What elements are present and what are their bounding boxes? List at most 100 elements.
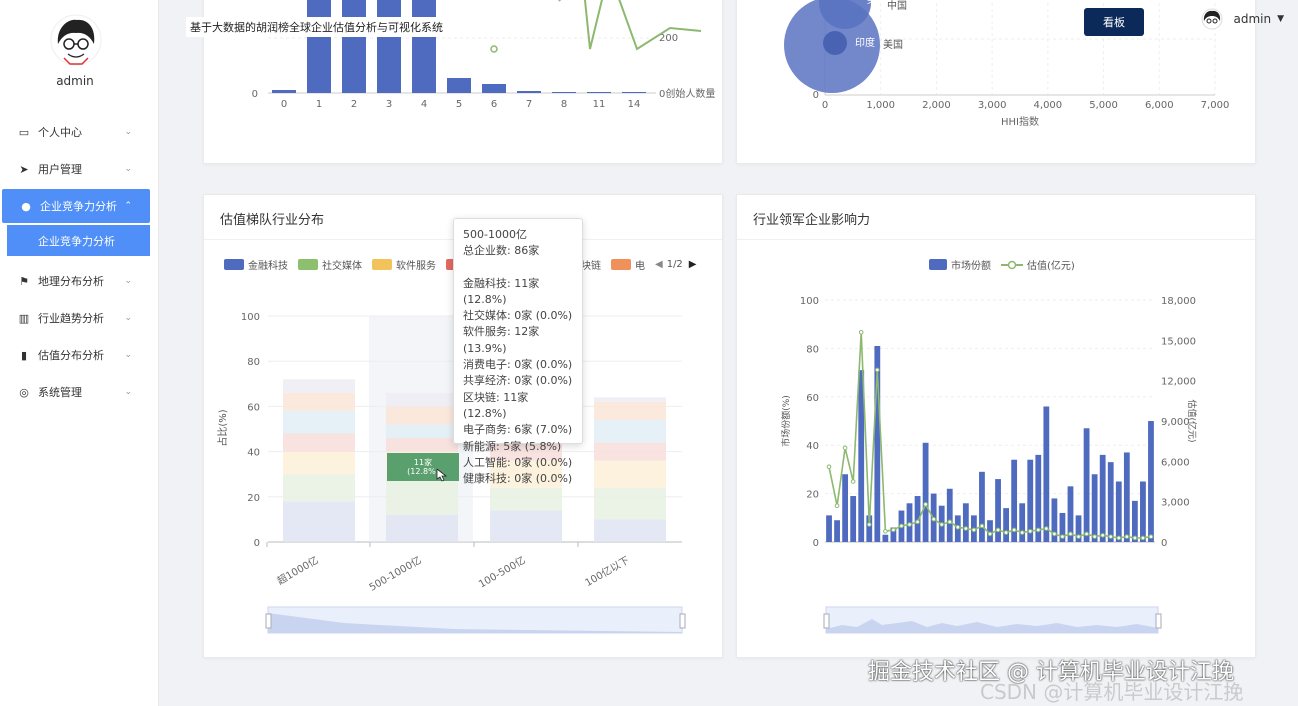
share-bar[interactable]	[1043, 406, 1050, 542]
share-bar[interactable]	[826, 515, 832, 542]
valuation-point[interactable]	[1068, 531, 1073, 537]
share-bar[interactable]	[962, 503, 969, 542]
valuation-point[interactable]	[995, 527, 1001, 533]
bar[interactable]	[447, 78, 471, 93]
bar[interactable]	[517, 91, 541, 93]
valuation-point[interactable]	[931, 516, 936, 522]
share-bar[interactable]	[850, 496, 857, 542]
stack-segment[interactable]	[283, 379, 355, 393]
valuation-point[interactable]	[1132, 535, 1138, 541]
bar[interactable]	[482, 84, 506, 93]
stack-segment[interactable]	[594, 442, 666, 461]
board-button[interactable]: 看板	[1084, 8, 1144, 36]
user-avatar[interactable]	[50, 14, 102, 66]
valuation-point[interactable]	[979, 523, 985, 529]
stack-segment[interactable]	[283, 501, 355, 542]
valuation-point[interactable]	[907, 522, 912, 527]
stack-segment[interactable]	[386, 392, 458, 407]
valuation-point[interactable]	[1011, 527, 1017, 533]
stack-segment[interactable]	[594, 487, 666, 520]
share-bar[interactable]	[1115, 481, 1122, 543]
bar[interactable]	[342, 0, 366, 93]
share-bar[interactable]	[882, 534, 889, 542]
valuation-point[interactable]	[1019, 530, 1025, 535]
datazoom-handle-right[interactable]	[1155, 613, 1162, 629]
sidebar-subitem-competitiveness[interactable]: 企业竞争力分析	[7, 225, 150, 256]
valuation-point[interactable]	[883, 528, 888, 534]
sidebar-item-user-management[interactable]: ➤ 用户管理 ⌄	[0, 152, 150, 186]
valuation-point[interactable]	[1116, 535, 1122, 541]
valuation-point[interactable]	[1092, 534, 1097, 539]
valuation-point[interactable]	[834, 503, 840, 509]
share-bar[interactable]	[1123, 452, 1130, 542]
stack-segment[interactable]	[386, 478, 458, 515]
bar[interactable]	[307, 0, 331, 93]
valuation-point[interactable]	[1124, 534, 1130, 539]
stack-segment[interactable]	[594, 419, 666, 443]
valuation-point[interactable]	[1035, 527, 1041, 533]
stack-segment[interactable]	[283, 410, 355, 434]
stack-segment[interactable]	[490, 487, 562, 511]
bar[interactable]	[552, 92, 576, 93]
share-bar[interactable]	[995, 479, 1001, 542]
stack-segment[interactable]	[594, 397, 666, 402]
valuation-point[interactable]	[971, 527, 977, 533]
valuation-point[interactable]	[1148, 534, 1154, 539]
valuation-point[interactable]	[987, 531, 993, 537]
stack-segment[interactable]	[386, 438, 458, 452]
bar[interactable]	[622, 92, 646, 93]
sidebar-item-personal-center[interactable]: ▭ 个人中心 ⌄	[0, 115, 150, 149]
stack-segment[interactable]	[283, 474, 355, 502]
share-bar[interactable]	[922, 442, 929, 542]
valuation-point[interactable]	[891, 527, 896, 533]
share-bar[interactable]	[1140, 481, 1146, 543]
valuation-point[interactable]	[923, 502, 928, 507]
valuation-point[interactable]	[1052, 531, 1057, 537]
valuation-point[interactable]	[1060, 534, 1065, 539]
stack-segment[interactable]	[594, 401, 666, 420]
sidebar-item-geo-distribution[interactable]: ⚑ 地理分布分析 ⌄	[0, 264, 150, 298]
valuation-point[interactable]	[915, 519, 920, 525]
datazoom-handle-left[interactable]	[823, 613, 830, 629]
valuation-point[interactable]	[1084, 531, 1089, 537]
valuation-point[interactable]	[1076, 534, 1081, 539]
share-bar[interactable]	[1019, 503, 1026, 542]
valuation-point[interactable]	[1027, 528, 1033, 534]
valuation-point[interactable]	[842, 445, 848, 451]
stack-segment[interactable]	[386, 514, 458, 542]
bar[interactable]	[377, 0, 401, 93]
valuation-point[interactable]	[1108, 534, 1114, 539]
stack-segment[interactable]	[490, 510, 562, 542]
valuation-point[interactable]	[1100, 532, 1105, 538]
stack-segment[interactable]	[283, 392, 355, 411]
share-bar[interactable]	[842, 474, 849, 542]
stack-segment[interactable]	[594, 519, 666, 542]
share-bar[interactable]	[1003, 508, 1009, 542]
user-menu[interactable]: admin ▼	[1201, 8, 1284, 30]
bubble-usa[interactable]	[823, 31, 847, 55]
valuation-point[interactable]	[826, 464, 832, 470]
sidebar-item-industry-trend[interactable]: ▥ 行业趋势分析 ⌄	[0, 301, 150, 335]
valuation-point[interactable]	[955, 524, 961, 530]
valuation-point[interactable]	[875, 367, 880, 373]
share-bar[interactable]	[1099, 454, 1106, 542]
share-bar[interactable]	[1091, 474, 1098, 542]
bar[interactable]	[412, 0, 436, 93]
valuation-point[interactable]	[939, 522, 945, 527]
valuation-point[interactable]	[866, 522, 872, 527]
bar[interactable]	[587, 92, 611, 93]
stack-segment[interactable]	[283, 433, 355, 452]
stack-segment[interactable]	[386, 424, 458, 439]
sidebar-item-system-management[interactable]: ◎ 系统管理 ⌄	[0, 375, 150, 409]
share-bar[interactable]	[979, 471, 985, 542]
valuation-point[interactable]	[947, 519, 953, 525]
share-bar[interactable]	[1107, 462, 1114, 542]
datazoom-handle-left[interactable]	[265, 613, 272, 629]
share-bar[interactable]	[946, 488, 953, 542]
bar[interactable]	[272, 90, 296, 93]
valuation-point[interactable]	[858, 329, 864, 335]
valuation-point[interactable]	[963, 526, 969, 531]
sidebar-item-valuation-distribution[interactable]: ▮ 估值分布分析 ⌄	[0, 338, 150, 372]
share-bar[interactable]	[1083, 428, 1090, 542]
sidebar-item-competitiveness[interactable]: ● 企业竞争力分析 ⌃	[2, 189, 150, 223]
